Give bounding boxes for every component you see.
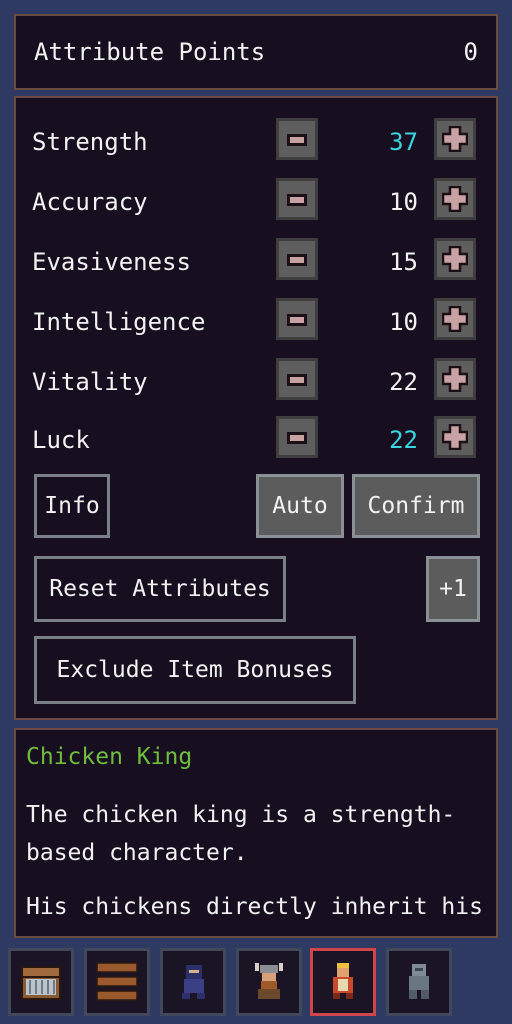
character-slot-robot[interactable] [386, 948, 452, 1016]
attribute-value: 37 [389, 128, 418, 156]
attribute-row-accuracy: Accuracy 10 [16, 178, 496, 226]
decrease-strength-button[interactable] [276, 118, 318, 160]
decrease-vitality-button[interactable] [276, 358, 318, 400]
robot-character-icon [409, 964, 429, 999]
attributes-panel: Strength 37 Accuracy 10 Evasiveness 15 I… [14, 96, 498, 720]
character-description-text-continued: His chickens directly inherit his charac… [26, 894, 496, 920]
increase-luck-button[interactable] [434, 416, 476, 458]
increase-evasiveness-button[interactable] [434, 238, 476, 280]
attribute-points-value: 0 [463, 38, 478, 66]
attribute-row-vitality: Vitality 22 [16, 358, 496, 406]
character-slot-chicken-king[interactable] [310, 948, 376, 1016]
inventory-chest-button[interactable] [8, 948, 74, 1016]
attribute-row-intelligence: Intelligence 10 [16, 298, 496, 346]
reset-attributes-button[interactable]: Reset Attributes [34, 556, 286, 622]
character-name: Chicken King [26, 744, 193, 770]
plus-icon [442, 424, 468, 450]
increase-accuracy-button[interactable] [434, 178, 476, 220]
menu-bars-icon [96, 962, 138, 1001]
decrease-evasiveness-button[interactable] [276, 238, 318, 280]
ninja-character-icon [182, 965, 205, 999]
attribute-name: Accuracy [32, 188, 148, 216]
info-button[interactable]: Info [34, 474, 110, 538]
plus-icon [442, 186, 468, 212]
attribute-name: Vitality [32, 368, 148, 396]
attribute-name: Luck [32, 426, 90, 454]
attribute-value: 22 [389, 368, 418, 396]
character-description-text: The chicken king is a strength-based cha… [26, 802, 456, 866]
attribute-points-label: Attribute Points [34, 38, 266, 66]
character-slot-ninja[interactable] [160, 948, 226, 1016]
viking-character-icon [255, 963, 283, 999]
increase-strength-button[interactable] [434, 118, 476, 160]
attribute-value: 15 [389, 248, 418, 276]
attribute-row-evasiveness: Evasiveness 15 [16, 238, 496, 286]
plus-icon [442, 246, 468, 272]
attribute-row-luck: Luck 22 [16, 416, 496, 464]
confirm-button[interactable]: Confirm [352, 474, 480, 538]
attribute-name: Strength [32, 128, 148, 156]
character-slot-viking[interactable] [236, 948, 302, 1016]
main-menu-button[interactable] [84, 948, 150, 1016]
attribute-value: 10 [389, 308, 418, 336]
treasure-chest-icon [21, 966, 61, 1000]
plus-icon [442, 306, 468, 332]
decrease-accuracy-button[interactable] [276, 178, 318, 220]
chicken-king-character-icon [333, 963, 353, 999]
decrease-intelligence-button[interactable] [276, 298, 318, 340]
attribute-value: 10 [389, 188, 418, 216]
character-description-panel[interactable]: Chicken King The chicken king is a stren… [14, 728, 498, 938]
decrease-luck-button[interactable] [276, 416, 318, 458]
bottom-navigation-bar [0, 938, 512, 1024]
attribute-name: Evasiveness [32, 248, 191, 276]
attribute-value: 22 [389, 426, 418, 454]
exclude-item-bonuses-button[interactable]: Exclude Item Bonuses [34, 636, 356, 704]
auto-button[interactable]: Auto [256, 474, 344, 538]
attribute-points-panel: Attribute Points 0 [14, 14, 498, 90]
plus-icon [442, 126, 468, 152]
attribute-row-strength: Strength 37 [16, 118, 496, 166]
increase-intelligence-button[interactable] [434, 298, 476, 340]
plus-icon [442, 366, 468, 392]
attribute-name: Intelligence [32, 308, 206, 336]
increase-vitality-button[interactable] [434, 358, 476, 400]
increment-step-button[interactable]: +1 [426, 556, 480, 622]
